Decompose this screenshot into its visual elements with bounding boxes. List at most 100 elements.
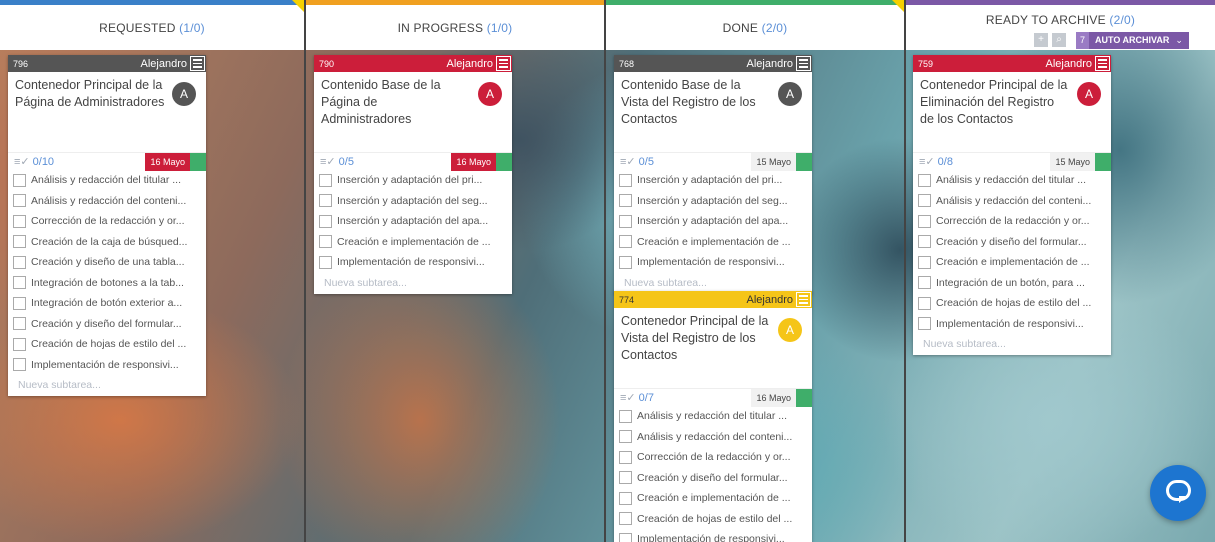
checkbox[interactable] — [918, 296, 931, 310]
card-768[interactable]: 768 Alejandro Contenido Base de la Vista… — [614, 55, 812, 294]
plus-icon[interactable]: + — [1034, 33, 1048, 47]
checkbox[interactable] — [619, 235, 632, 249]
due-date[interactable]: 16 Mayo — [751, 388, 796, 407]
auto-archive-button[interactable]: 7 AUTO ARCHIVAR ⌄ — [1076, 31, 1189, 49]
subtask-item[interactable]: Análisis y redacción del titular ... — [614, 406, 812, 427]
checkbox[interactable] — [319, 173, 332, 187]
menu-icon[interactable] — [190, 56, 205, 71]
subtask-progress[interactable]: ≡✓ 0/7 — [614, 391, 751, 404]
card-title[interactable]: Contenido Base de la Página de Administr… — [321, 77, 451, 128]
subtask-item[interactable]: Inserción y adaptación del apa... — [614, 211, 812, 232]
checkbox[interactable] — [918, 173, 931, 187]
checkbox[interactable] — [13, 235, 26, 249]
due-date[interactable]: 15 Mayo — [1050, 152, 1095, 171]
subtask-item[interactable]: Inserción y adaptación del apa... — [314, 211, 512, 232]
checkbox[interactable] — [619, 255, 632, 269]
checkbox[interactable] — [13, 173, 26, 187]
subtask-item[interactable]: Corrección de la redacción y or... — [913, 211, 1111, 232]
card-790[interactable]: 790 Alejandro Contenido Base de la Págin… — [314, 55, 512, 294]
due-date[interactable]: 16 Mayo — [451, 152, 496, 171]
checkbox[interactable] — [918, 194, 931, 208]
subtask-item[interactable]: Análisis y redacción del titular ... — [8, 170, 206, 191]
subtask-item[interactable]: Análisis y redacción del conteni... — [614, 427, 812, 448]
subtask-item[interactable]: Análisis y redacción del conteni... — [913, 191, 1111, 212]
checkbox[interactable] — [319, 255, 332, 269]
checkbox[interactable] — [13, 255, 26, 269]
avatar[interactable]: A — [778, 82, 802, 106]
checkbox[interactable] — [13, 296, 26, 310]
subtask-item[interactable]: Implementación de responsivi... — [913, 314, 1111, 335]
checkbox[interactable] — [619, 409, 632, 423]
checkbox[interactable] — [619, 430, 632, 444]
subtask-progress[interactable]: ≡✓ 0/10 — [8, 155, 145, 168]
subtask-item[interactable]: Creación de hojas de estilo del ... — [614, 509, 812, 530]
avatar[interactable]: A — [172, 82, 196, 106]
checkbox[interactable] — [13, 337, 26, 351]
column-header-requested[interactable]: REQUESTED (1/0) — [0, 0, 304, 50]
subtask-progress[interactable]: ≡✓ 0/5 — [314, 155, 451, 168]
card-title[interactable]: Contenedor Principal de la Vista del Reg… — [621, 313, 771, 364]
checkbox[interactable] — [319, 214, 332, 228]
subtask-item[interactable]: Inserción y adaptación del seg... — [614, 191, 812, 212]
subtask-item[interactable]: Creación e implementación de ... — [913, 252, 1111, 273]
column-header-done[interactable]: DONE (2/0) — [606, 0, 904, 50]
checkbox[interactable] — [918, 255, 931, 269]
checkbox[interactable] — [319, 194, 332, 208]
subtask-item[interactable]: Creación de hojas de estilo del ... — [8, 334, 206, 355]
subtask-item[interactable]: Análisis y redacción del titular ... — [913, 170, 1111, 191]
subtask-item[interactable]: Implementación de responsivi... — [614, 252, 812, 273]
checkbox[interactable] — [319, 235, 332, 249]
subtask-item[interactable]: Corrección de la redacción y or... — [8, 211, 206, 232]
subtask-item[interactable]: Análisis y redacción del conteni... — [8, 191, 206, 212]
card-title[interactable]: Contenedor Principal de la Eliminación d… — [920, 77, 1070, 128]
menu-icon[interactable] — [1095, 56, 1110, 71]
column-header-in-progress[interactable]: IN PROGRESS (1/0) — [306, 0, 604, 50]
new-subtask-input[interactable]: Nueva subtarea... — [8, 375, 206, 396]
subtask-item[interactable]: Inserción y adaptación del pri... — [314, 170, 512, 191]
checkbox[interactable] — [619, 173, 632, 187]
subtask-item[interactable]: Inserción y adaptación del pri... — [614, 170, 812, 191]
subtask-item[interactable]: Integración de botones a la tab... — [8, 273, 206, 294]
checkbox[interactable] — [619, 214, 632, 228]
chat-bubble-icon[interactable] — [1150, 465, 1206, 521]
menu-icon[interactable] — [496, 56, 511, 71]
subtask-item[interactable]: Creación y diseño del formular... — [913, 232, 1111, 253]
checkbox[interactable] — [13, 358, 26, 372]
subtask-item[interactable]: Creación y diseño del formular... — [8, 314, 206, 335]
subtask-item[interactable]: Creación de hojas de estilo del ... — [913, 293, 1111, 314]
subtask-item[interactable]: Implementación de responsivi... — [8, 355, 206, 376]
checkbox[interactable] — [918, 235, 931, 249]
subtask-item[interactable]: Creación e implementación de ... — [614, 488, 812, 509]
checkbox[interactable] — [619, 471, 632, 485]
checkbox[interactable] — [619, 491, 632, 505]
card-title[interactable]: Contenido Base de la Vista del Registro … — [621, 77, 771, 128]
new-subtask-input[interactable]: Nueva subtarea... — [314, 273, 512, 294]
column-header-ready-to-archive[interactable]: READY TO ARCHIVE (2/0) + ⌕ 7 AUTO ARCHIV… — [906, 0, 1215, 50]
card-774[interactable]: 774 Alejandro Contenedor Principal de la… — [614, 291, 812, 542]
subtask-item[interactable]: Integración de un botón, para ... — [913, 273, 1111, 294]
subtask-item[interactable]: Creación y diseño de una tabla... — [8, 252, 206, 273]
checkbox[interactable] — [918, 214, 931, 228]
checkbox[interactable] — [13, 214, 26, 228]
subtask-item[interactable]: Creación de la caja de búsqued... — [8, 232, 206, 253]
subtask-item[interactable]: Integración de botón exterior a... — [8, 293, 206, 314]
subtask-item[interactable]: Creación e implementación de ... — [614, 232, 812, 253]
subtask-item[interactable]: Corrección de la redacción y or... — [614, 447, 812, 468]
checkbox[interactable] — [619, 194, 632, 208]
subtask-item[interactable]: Creación e implementación de ... — [314, 232, 512, 253]
checkbox[interactable] — [918, 317, 931, 331]
subtask-progress[interactable]: ≡✓ 0/8 — [913, 155, 1050, 168]
avatar[interactable]: A — [478, 82, 502, 106]
checkbox[interactable] — [619, 512, 632, 526]
checkbox[interactable] — [619, 532, 632, 542]
card-title[interactable]: Contenedor Principal de la Página de Adm… — [15, 77, 165, 111]
due-date[interactable]: 16 Mayo — [145, 152, 190, 171]
subtask-item[interactable]: Implementación de responsivi... — [614, 529, 812, 542]
subtask-item[interactable]: Inserción y adaptación del seg... — [314, 191, 512, 212]
avatar[interactable]: A — [778, 318, 802, 342]
new-subtask-input[interactable]: Nueva subtarea... — [913, 334, 1111, 355]
avatar[interactable]: A — [1077, 82, 1101, 106]
checkbox[interactable] — [13, 317, 26, 331]
checkbox[interactable] — [13, 276, 26, 290]
due-date[interactable]: 15 Mayo — [751, 152, 796, 171]
